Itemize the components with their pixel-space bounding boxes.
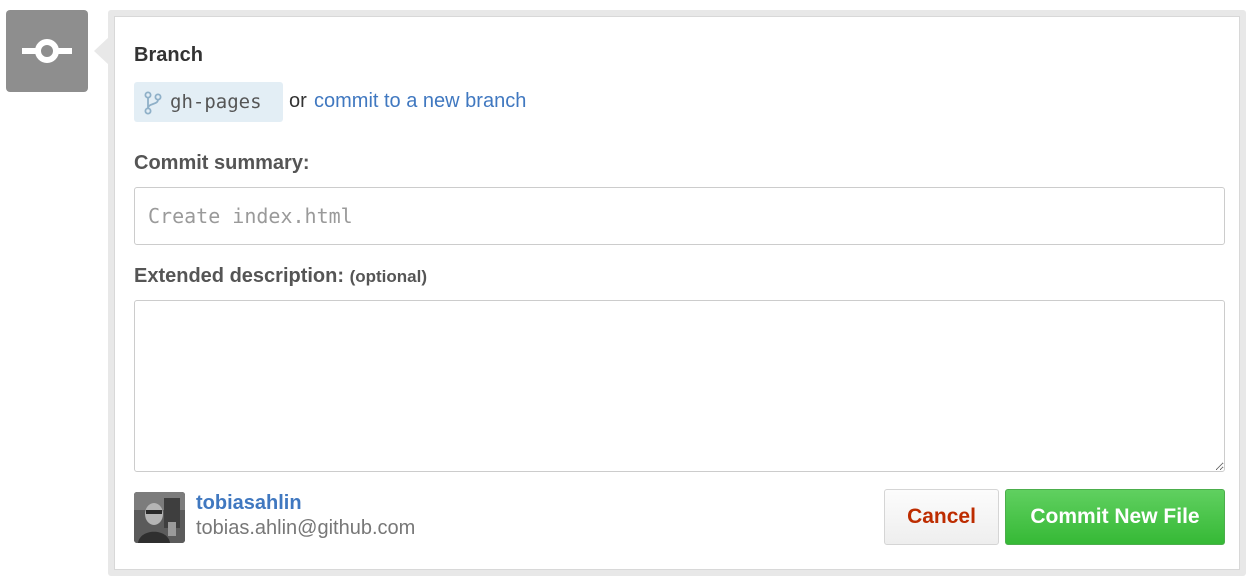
optional-hint: (optional)	[349, 267, 428, 286]
avatar	[134, 492, 185, 543]
git-branch-icon	[144, 91, 162, 115]
avatar-image	[134, 492, 185, 543]
author-username-link[interactable]: tobiasahlin	[196, 492, 302, 515]
commit-to-new-branch-link[interactable]: commit to a new branch	[314, 90, 526, 113]
panel-pointer	[94, 37, 109, 65]
branch-name: gh-pages	[170, 91, 262, 113]
extended-description-label-text: Extended description:	[134, 265, 345, 287]
cancel-button[interactable]: Cancel	[884, 489, 999, 545]
branch-heading: Branch	[134, 44, 203, 66]
commit-summary-label: Commit summary:	[134, 152, 310, 174]
extended-description-textarea[interactable]	[134, 300, 1225, 472]
commit-icon-tile	[6, 10, 88, 92]
current-branch-badge: gh-pages	[134, 82, 283, 122]
branch-or-text: or	[289, 90, 307, 112]
author-email: tobias.ahlin@github.com	[196, 517, 416, 539]
commit-new-file-button[interactable]: Commit New File	[1005, 489, 1225, 545]
extended-description-label: Extended description: (optional)	[134, 265, 427, 288]
commit-summary-input[interactable]	[134, 187, 1225, 245]
git-commit-icon	[22, 39, 72, 63]
